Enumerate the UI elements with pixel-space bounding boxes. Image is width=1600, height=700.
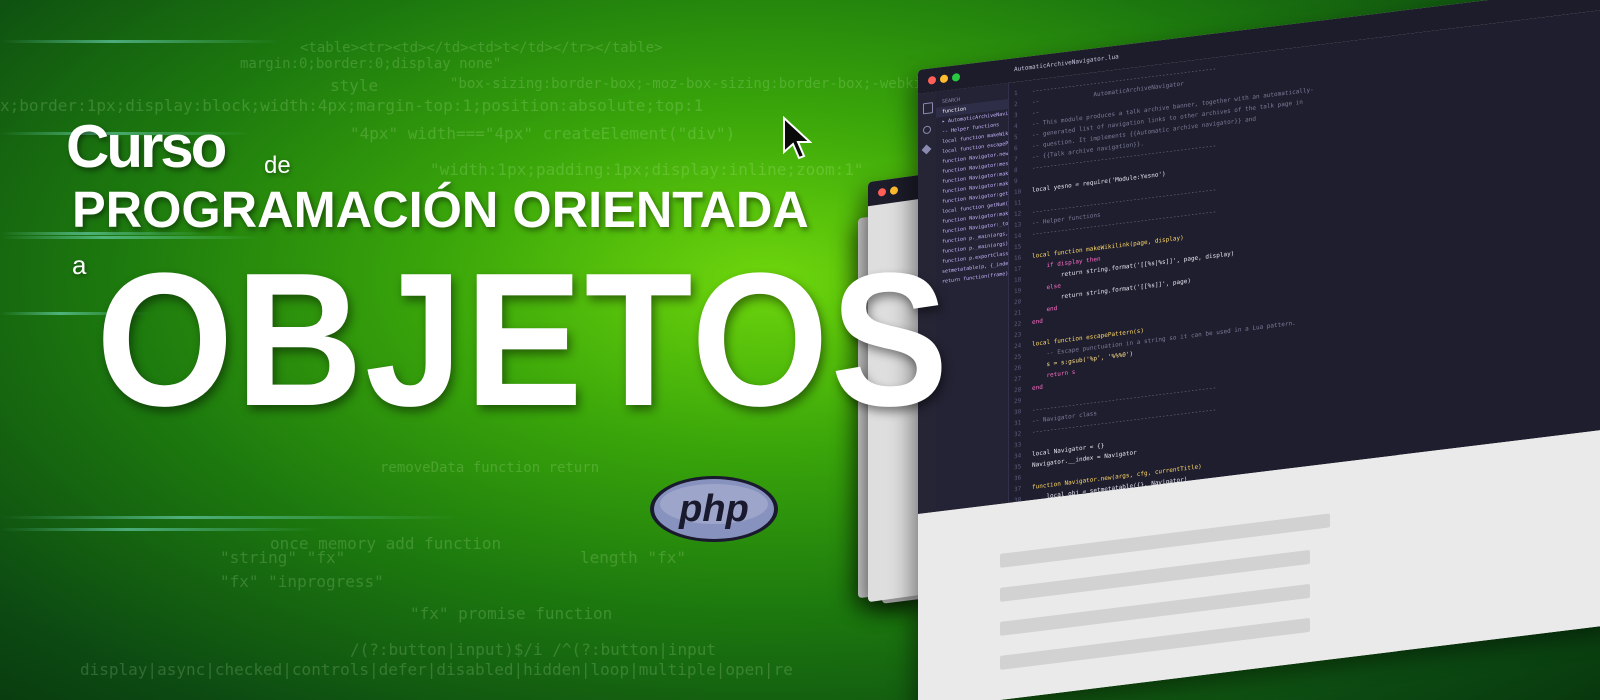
code-text: -- (1032, 109, 1040, 118)
course-banner: <table><tr><td></td><td>t</td></tr></tab… (0, 0, 1600, 700)
code-text: end (1032, 317, 1043, 327)
source-control-icon (921, 144, 932, 155)
title-programacion-orientada: PROGRAMACIÓN ORIENTADA (72, 181, 809, 238)
search-icon (923, 125, 931, 135)
close-dot-icon (878, 187, 886, 197)
title-de: de (264, 152, 291, 179)
code-text: end (1032, 304, 1058, 316)
title-objetos: OBJETOS (96, 234, 951, 446)
minimize-dot-icon (890, 186, 898, 196)
maximize-dot-icon (952, 72, 960, 82)
files-icon (923, 102, 933, 115)
close-dot-icon (928, 75, 936, 85)
php-logo-text: php (678, 488, 749, 530)
code-text: end (1032, 383, 1043, 393)
code-area: 1 ---------------------------------------… (1014, 8, 1600, 502)
minimize-dot-icon (940, 74, 948, 84)
title-curso: Curso (66, 113, 227, 180)
title-a: a (72, 250, 87, 280)
editor-pane: SEARCH function ▸ AutomaticArchiveNavig...… (918, 8, 1600, 514)
php-logo-icon: php (650, 476, 778, 542)
editor-window: AutomaticArchiveNavigator.lua SEARCH func… (918, 0, 1600, 700)
mouse-cursor-icon (783, 116, 812, 160)
